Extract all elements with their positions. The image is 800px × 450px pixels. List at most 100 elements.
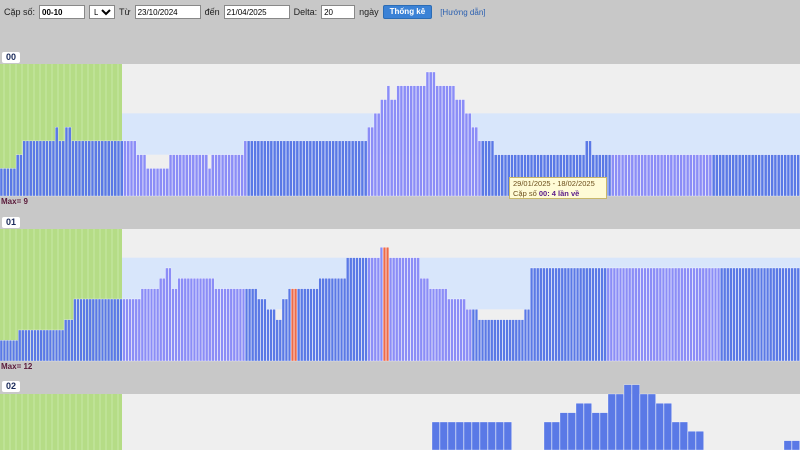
bar [22,140,26,197]
bar [487,319,491,362]
bar [425,278,429,362]
bar [582,267,586,362]
bar [669,154,673,197]
bar [333,278,337,362]
bar [790,154,794,197]
bar [174,288,178,362]
bar [664,267,668,362]
bar [321,140,325,197]
bar [278,319,282,362]
bar [744,267,748,362]
bar [707,267,711,362]
bar [435,85,439,197]
bar [560,267,564,362]
bar [487,140,491,197]
bar [438,288,442,362]
bar [289,140,293,197]
bar [458,99,462,197]
bar [699,154,703,197]
bar [273,140,277,197]
bar [624,154,628,197]
bar [364,140,368,197]
bar [354,140,358,197]
bar [597,267,601,362]
bar [303,288,307,362]
bar [780,154,784,197]
bar [671,267,675,362]
bar [686,267,690,362]
bar [646,267,650,362]
bar [738,267,742,362]
bar [233,154,238,197]
bar [35,140,39,197]
bar [227,154,231,197]
bar [128,298,132,362]
bar [260,140,264,197]
bar [25,140,30,197]
bar-tooltip: 29/01/2025 - 18/02/2025 Cặp số 00: 4 lần… [509,177,607,199]
bar [640,154,644,197]
bar [349,257,353,362]
bar [465,309,469,362]
bar [453,298,457,362]
bar [747,154,751,197]
bar [370,126,374,197]
bar [573,267,576,362]
bar [189,278,193,362]
bar [346,257,350,362]
bar [704,267,708,362]
bar [490,140,495,197]
bar [419,278,423,362]
bar [429,71,433,197]
bar [192,278,196,362]
bar [763,267,767,362]
bar [84,140,88,197]
bar [609,267,613,362]
bar [698,267,702,362]
bar [760,154,764,197]
bar [575,403,584,450]
bar [496,319,500,362]
bar [728,154,732,197]
bar [38,140,43,197]
bar [401,257,405,362]
bar [689,154,693,197]
bar [478,319,481,362]
bar [410,257,414,362]
bar [796,154,800,197]
bar [484,319,488,362]
bar [82,298,86,362]
bar [51,140,56,197]
bar [90,140,95,197]
bar [68,126,72,197]
bar [292,140,296,197]
bar [235,288,239,362]
bar [663,154,667,197]
bar [769,267,773,362]
bar [202,278,206,362]
bar [545,267,549,362]
bar [16,154,20,197]
bar [692,267,696,362]
bar [61,140,65,197]
bar [726,267,730,362]
max-label-01: Max= 12 [1,362,33,371]
bar [551,421,560,450]
bar [729,267,733,362]
bar [126,140,130,197]
bar [409,85,413,197]
bar [422,278,426,362]
bar [442,85,446,197]
bar [355,257,359,362]
bar [291,288,295,362]
bar [786,154,790,197]
bar [220,288,224,362]
bar [543,421,552,450]
bar [390,99,394,197]
bar [230,154,234,197]
bar [137,298,141,362]
bar [778,267,782,362]
bar [39,329,43,362]
bar [481,140,485,197]
bar [649,267,653,362]
